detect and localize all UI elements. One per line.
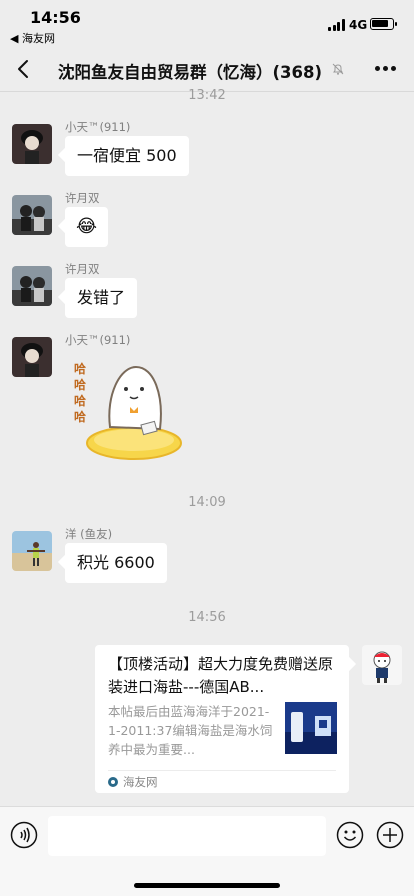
emoji-message-bubble[interactable]: 😂 [65,207,109,247]
voice-icon[interactable] [10,821,38,849]
back-to-app-link[interactable]: ◀ 海友网 [10,30,55,46]
message-bubble[interactable]: 发错了 [65,278,138,318]
sticker-message[interactable]: 哈哈哈哈 [72,355,184,463]
site-logo-icon [108,777,118,787]
status-time: 14:56 [30,8,81,27]
link-card-thumbnail [285,702,337,754]
link-card-title: 【顶楼活动】超大力度免费赠送原装进口海盐---德国AB... [108,655,334,696]
sender-name: 许月双 [65,191,100,205]
sender-name: 小天™(911) [65,120,131,134]
bell-off-icon [332,63,344,75]
avatar[interactable] [12,124,52,164]
input-bar [0,806,414,896]
chevron-left-icon[interactable] [14,58,34,80]
avatar[interactable] [12,266,52,306]
avatar[interactable] [12,531,52,571]
avatar[interactable] [12,195,52,235]
time-separator: 14:09 [188,495,226,510]
network-label: 4G [349,18,368,32]
sticker-caption: 哈哈哈哈 [74,362,87,424]
sender-name: 小天™(911) [65,333,131,347]
link-card-description: 本帖最后由蓝海海洋于2021-1-2011:37编辑海盐是海水饲养中最为重要..… [108,704,273,757]
time-separator: 14:56 [188,610,226,625]
battery-icon [370,18,397,30]
time-separator: 13:42 [188,88,226,103]
avatar[interactable] [12,337,52,377]
sender-name: 许月双 [65,262,100,276]
link-card-source: 海友网 [123,775,158,789]
message-bubble[interactable]: 一宿便宜 500 [65,136,189,176]
card-divider [108,770,336,771]
message-bubble[interactable]: 积光 6600 [65,543,167,583]
more-dots-icon[interactable] [375,66,397,72]
message-input[interactable] [48,816,326,856]
emoji-icon[interactable] [336,821,364,849]
signal-icon [328,19,345,31]
my-avatar[interactable] [362,645,402,685]
sender-name: 洋 (鱼友) [65,527,113,541]
home-indicator [134,883,280,888]
status-bar: 14:56 ◀ 海友网 4G [0,0,414,46]
chat-title: 沈阳鱼友自由贸易群（忆海）(368) [58,63,323,82]
chat-header: 沈阳鱼友自由贸易群（忆海）(368) [0,46,414,92]
link-card[interactable]: 【顶楼活动】超大力度免费赠送原装进口海盐---德国AB... 本帖最后由蓝海海洋… [95,645,349,793]
plus-circle-icon[interactable] [376,821,404,849]
